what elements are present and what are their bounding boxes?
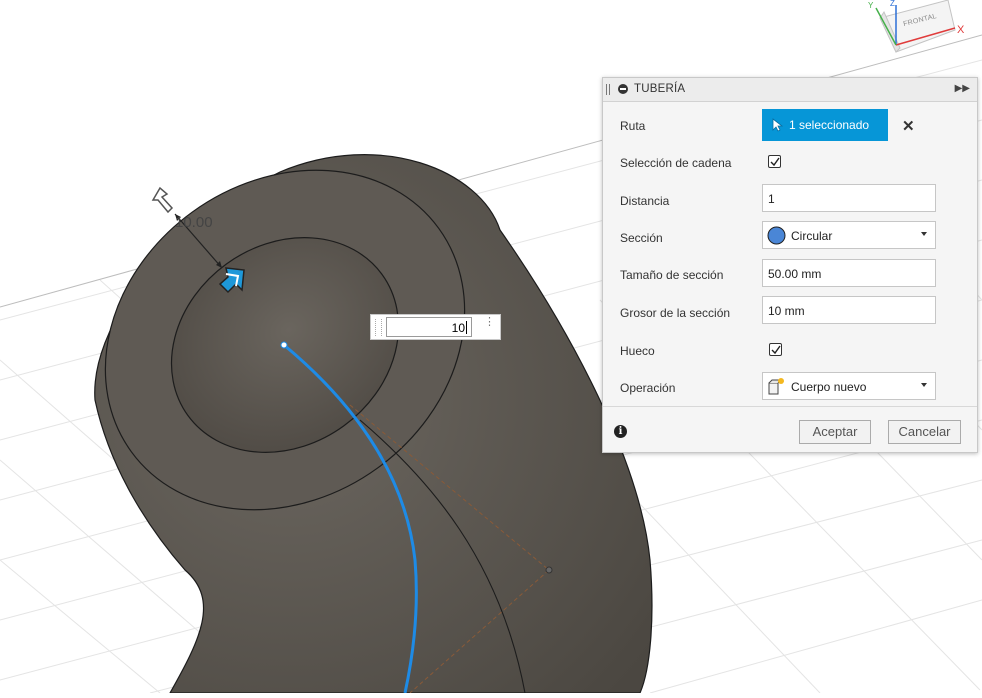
info-icon[interactable]: i [614, 425, 627, 438]
section-value: Circular [791, 229, 833, 243]
section-size-label: Tamaño de sección [620, 268, 724, 282]
chain-selection-label: Selección de cadena [620, 156, 732, 170]
operation-label: Operación [620, 381, 676, 395]
section-dropdown[interactable]: Circular [762, 221, 936, 249]
section-thickness-label: Grosor de la sección [620, 306, 731, 320]
dropdown-caret-icon [921, 232, 927, 236]
operation-dropdown[interactable]: Cuerpo nuevo [762, 372, 936, 400]
dialog-header[interactable]: TUBERÍA ▶▶ [603, 78, 977, 102]
cancel-button[interactable]: Cancelar [888, 420, 961, 444]
path-select-label: 1 seleccionado [789, 118, 870, 132]
section-size-value: 50.00 mm [768, 267, 822, 281]
circle-section-icon [767, 226, 786, 245]
svg-text:Y: Y [868, 1, 874, 10]
dimension-label[interactable]: 10.00 [175, 214, 213, 231]
dialog-footer: i Aceptar Cancelar [603, 406, 977, 453]
svg-text:Z: Z [890, 0, 895, 8]
inline-value-text: 10 [451, 321, 465, 335]
drag-handle[interactable] [375, 319, 382, 336]
section-size-input[interactable]: 50.00 mm [762, 259, 936, 287]
drag-arrow-icon[interactable] [151, 186, 174, 214]
chain-selection-checkbox[interactable] [768, 155, 781, 168]
hollow-label: Hueco [620, 344, 655, 358]
cursor-select-icon [772, 118, 784, 132]
checkmark-icon [771, 345, 781, 355]
drag-grip-icon[interactable] [606, 84, 610, 95]
inline-value-box[interactable]: 10 [386, 317, 472, 337]
more-options-icon[interactable]: ⋮ [484, 317, 495, 328]
svg-text:X: X [957, 24, 965, 36]
inline-dimension-input[interactable]: 10 ⋮ [370, 314, 501, 340]
text-cursor [466, 321, 467, 334]
hollow-checkbox[interactable] [769, 343, 782, 356]
checkmark-icon [770, 157, 780, 167]
ruta-label: Ruta [620, 119, 646, 133]
pipe-dialog: TUBERÍA ▶▶ Ruta 1 seleccionado ✕ Selecci… [602, 77, 978, 453]
section-label: Sección [620, 231, 663, 245]
distance-input[interactable]: 1 [762, 184, 936, 212]
close-icon[interactable]: ✕ [902, 117, 915, 135]
distance-label: Distancia [620, 194, 670, 208]
section-thickness-value: 10 mm [768, 304, 805, 318]
dialog-title: TUBERÍA [634, 83, 686, 95]
distance-value: 1 [768, 192, 775, 206]
expand-icon[interactable]: ▶▶ [955, 83, 970, 94]
operation-value: Cuerpo nuevo [791, 380, 867, 394]
path-select-button[interactable]: 1 seleccionado [762, 109, 888, 141]
new-body-icon [768, 378, 784, 395]
dropdown-caret-icon [921, 383, 927, 387]
section-thickness-input[interactable]: 10 mm [762, 296, 936, 324]
collapse-icon[interactable] [618, 84, 628, 94]
ok-button[interactable]: Aceptar [799, 420, 871, 444]
